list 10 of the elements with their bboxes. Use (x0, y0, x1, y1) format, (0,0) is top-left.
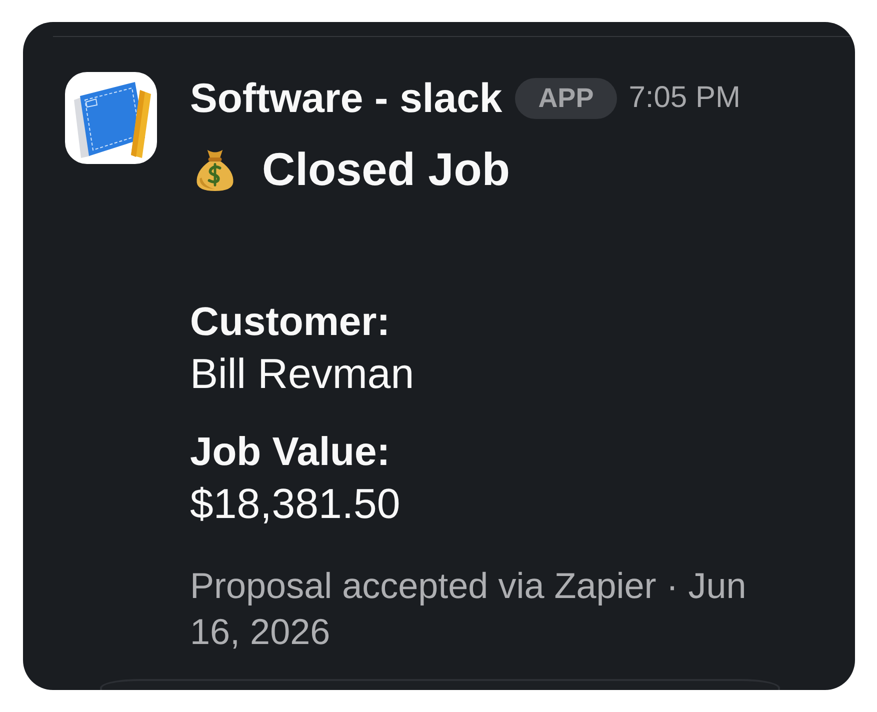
message-footer: Proposal accepted via Zapier · Jun 16, 2026 (190, 563, 790, 655)
field-label: Job Value: (190, 429, 390, 476)
app-badge: APP (515, 78, 617, 118)
timestamp[interactable]: 7:05 PM (628, 78, 740, 118)
field-label: Customer: (190, 299, 390, 346)
field-value: Bill Revman (190, 349, 414, 399)
field-value: $18,381.50 (190, 479, 400, 529)
book-ruler-icon[interactable] (65, 72, 157, 164)
sender-name[interactable]: Software - slack (190, 74, 502, 122)
message-title: Closed Job (262, 144, 510, 194)
